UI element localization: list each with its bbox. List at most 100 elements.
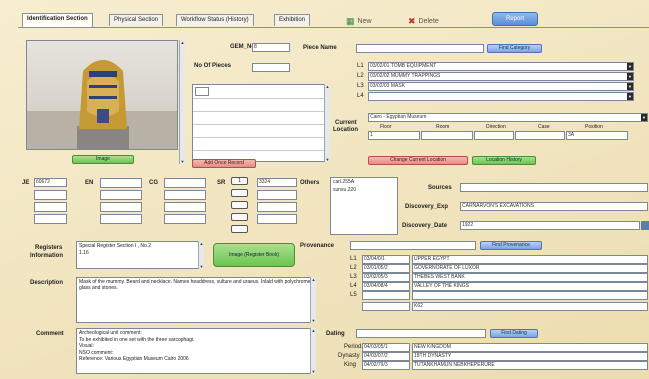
- je-field-4[interactable]: [34, 214, 67, 224]
- others-label: Others: [300, 180, 320, 186]
- dating-code-field[interactable]: 04/03/05/1: [362, 343, 410, 352]
- case-field[interactable]: [515, 131, 565, 140]
- dropdown-icon[interactable]: ▼: [627, 63, 633, 70]
- discovery-exp-field[interactable]: CARNARVON'S EXCAVATIONS: [460, 202, 648, 211]
- image-button[interactable]: Image: [72, 155, 134, 164]
- provenance-level-label: L5: [350, 292, 357, 298]
- piece-l1-select[interactable]: 03/02/01 TOMB EQUIPMENT ▼: [368, 62, 634, 71]
- dropdown-icon[interactable]: ▼: [627, 93, 633, 100]
- provenance-field[interactable]: [350, 241, 476, 250]
- pieces-scrollbar[interactable]: ▲ ▼: [324, 84, 330, 162]
- new-button[interactable]: ▦ New: [346, 14, 372, 28]
- dating-value-field[interactable]: 18TH DYNASTY: [412, 352, 648, 361]
- dating-row-label: Period: [344, 344, 362, 350]
- pieces-list-cell[interactable]: [195, 87, 209, 96]
- piece-l4-select[interactable]: ▼: [368, 92, 634, 101]
- find-category-button[interactable]: Find Category: [487, 44, 542, 53]
- provenance-code-field[interactable]: 03/04/08/4: [362, 282, 410, 291]
- en-field-2[interactable]: [100, 190, 142, 200]
- comment-text[interactable]: Archeological unit comment: To be exhibi…: [76, 328, 316, 374]
- dating-code-field[interactable]: 04/03/07/2: [362, 352, 410, 361]
- cg-field-4[interactable]: [164, 214, 206, 224]
- provenance-label: Provenance: [300, 243, 335, 249]
- location-history-button[interactable]: Location History: [472, 156, 536, 165]
- provenance-value-field[interactable]: VALLEY OF THE KINGS: [412, 282, 648, 291]
- registers-scrollbar[interactable]: ▲ ▼: [198, 241, 204, 269]
- provenance-code-field[interactable]: [362, 291, 410, 300]
- dating-row-label: King: [344, 362, 357, 368]
- piece-name-field[interactable]: [356, 44, 484, 53]
- je-field[interactable]: 60672: [34, 178, 67, 187]
- position-field[interactable]: 3A: [566, 131, 628, 140]
- location-select[interactable]: Cairo - Egyptian Museum ▼: [368, 113, 648, 122]
- sources-field[interactable]: [460, 183, 648, 192]
- en-field-4[interactable]: [100, 214, 142, 224]
- registers-text[interactable]: Special Register Section I , No.2 1.16: [76, 241, 204, 269]
- provenance-code-field[interactable]: 03/02/05/3: [362, 273, 410, 282]
- image-scrollbar[interactable]: ▲ ▼: [179, 40, 185, 164]
- dating-field[interactable]: [356, 329, 486, 338]
- piece-l3-select[interactable]: 03/02/03 MASK ▼: [368, 82, 634, 91]
- provenance-value-field[interactable]: K62: [412, 302, 648, 311]
- cg-field-2[interactable]: [164, 190, 206, 200]
- pieces-label: No Of Pieces: [194, 63, 232, 69]
- tab-identification[interactable]: Identification Section: [22, 13, 93, 27]
- scroll-up-icon[interactable]: ▲: [180, 40, 185, 45]
- dropdown-icon[interactable]: ▼: [627, 73, 633, 80]
- pieces-field[interactable]: [252, 63, 290, 72]
- room-col-label: Room: [436, 124, 450, 130]
- dating-code-field[interactable]: 04/02/79/3: [362, 361, 410, 370]
- description-scrollbar[interactable]: ▲ ▼: [310, 277, 316, 323]
- comment-scrollbar[interactable]: ▲ ▼: [310, 328, 316, 374]
- provenance-value-field[interactable]: GOVERNORATE OF LUXOR: [412, 264, 648, 273]
- sr-small-field-2[interactable]: [231, 189, 248, 197]
- floor-field[interactable]: 1: [368, 131, 420, 140]
- dating-value-field[interactable]: TUTANKHAMUN NEBKHEPERURE: [412, 361, 648, 370]
- change-location-button[interactable]: Change Current Location: [368, 156, 468, 165]
- delete-button[interactable]: ✖ Delete: [408, 14, 439, 28]
- room-field[interactable]: [421, 131, 473, 140]
- registers-label: Registers: [35, 245, 63, 251]
- gem-field[interactable]: 8: [252, 43, 290, 52]
- cg-field[interactable]: [164, 178, 206, 188]
- provenance-code-field[interactable]: [362, 302, 410, 311]
- provenance-value-field[interactable]: UPPER EGYPT: [412, 255, 648, 264]
- sr-field[interactable]: 3324: [257, 178, 297, 187]
- provenance-code-field[interactable]: 03/04/0/1: [362, 255, 410, 264]
- cg-field-3[interactable]: [164, 202, 206, 212]
- find-provenance-button[interactable]: Find Provenance: [480, 241, 542, 250]
- sr-field-3[interactable]: [257, 202, 297, 212]
- je-field-2[interactable]: [34, 190, 67, 200]
- image-register-button[interactable]: Image (Register Book): [213, 243, 295, 267]
- en-field-3[interactable]: [100, 202, 142, 212]
- je-field-3[interactable]: [34, 202, 67, 212]
- floor-col-label: Floor: [380, 124, 392, 130]
- tab-exhibition[interactable]: Exhibition: [274, 14, 311, 26]
- discovery-date-field[interactable]: 1922: [460, 221, 640, 230]
- add-once-button[interactable]: Add Once Record: [192, 159, 256, 168]
- sr-small-field-5[interactable]: [231, 225, 248, 233]
- provenance-value-field[interactable]: [412, 291, 648, 300]
- sr-small-field-4[interactable]: [231, 213, 248, 221]
- dropdown-icon[interactable]: ▼: [641, 114, 647, 121]
- tab-workflow[interactable]: Workflow Status (History): [176, 14, 254, 26]
- dropdown-icon[interactable]: ▼: [627, 83, 633, 90]
- description-text[interactable]: Mask of the mummy. Beard and necklace. N…: [76, 277, 316, 323]
- sr-field-2[interactable]: [257, 190, 297, 200]
- en-field[interactable]: [100, 178, 142, 188]
- scroll-down-icon[interactable]: ▼: [180, 159, 185, 164]
- find-dating-button[interactable]: Find Dating: [490, 329, 538, 338]
- sr-field-4[interactable]: [257, 214, 297, 224]
- tab-physical[interactable]: Physical Section: [109, 14, 164, 26]
- others-list[interactable]: carl.255A sunsu.220: [330, 177, 398, 235]
- dating-value-field[interactable]: NEW KINGDOM: [412, 343, 648, 352]
- discovery-date-picker-icon[interactable]: [641, 221, 649, 230]
- provenance-code-field[interactable]: 03/01/05/2: [362, 264, 410, 273]
- direction-field[interactable]: [474, 131, 514, 140]
- provenance-value-field[interactable]: THEBES WEST BANK: [412, 273, 648, 282]
- pieces-list[interactable]: [192, 84, 330, 162]
- sr-small-field-3[interactable]: [231, 201, 248, 209]
- report-button[interactable]: Report: [492, 12, 538, 26]
- sr-small-field[interactable]: 1: [231, 177, 248, 185]
- piece-l2-select[interactable]: 03/02/02 MUMMY TRAPPINGS ▼: [368, 72, 634, 81]
